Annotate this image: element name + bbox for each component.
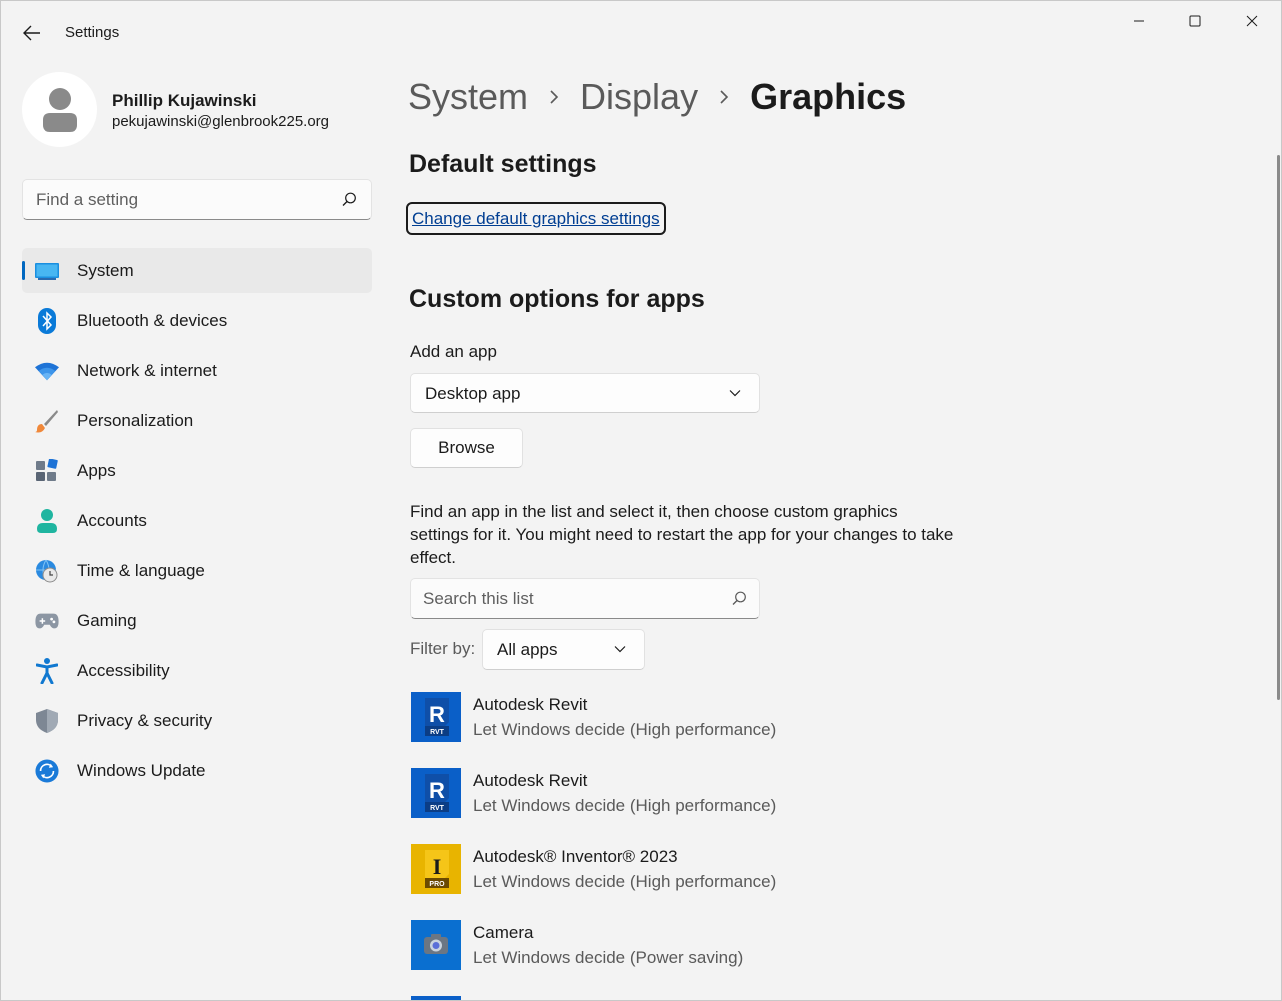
- filter-value: All apps: [497, 640, 558, 659]
- svg-text:R: R: [429, 778, 445, 803]
- sidebar-item-personalization[interactable]: Personalization: [22, 398, 372, 443]
- sidebar-item-accessibility[interactable]: Accessibility: [22, 648, 372, 693]
- close-icon: [1246, 15, 1258, 27]
- svg-text:PRO: PRO: [429, 881, 445, 888]
- settings-window: Settings Phillip Kujawinski pekujawinski…: [0, 0, 1282, 1001]
- app-name: Autodesk Revit: [473, 771, 588, 790]
- change-default-graphics-link[interactable]: Change default graphics settings: [406, 202, 666, 235]
- list-item[interactable]: Camera Let Windows decide (Power saving): [410, 919, 1110, 995]
- svg-text:I: I: [433, 854, 442, 879]
- svg-text:RVT: RVT: [430, 729, 445, 736]
- app-graphics-preference: Let Windows decide (High performance): [473, 872, 777, 891]
- search-list-box: [410, 578, 760, 619]
- app-graphics-preference: Let Windows decide (High performance): [473, 720, 777, 739]
- app-title: Settings: [65, 24, 120, 41]
- svg-text:R: R: [429, 702, 445, 727]
- list-item[interactable]: I PRO Autodesk® Inventor® 2023 Let Windo…: [410, 843, 1110, 919]
- app-name: Autodesk® Inventor® 2023: [473, 847, 678, 866]
- avatar[interactable]: [22, 72, 97, 147]
- app-type-dropdown[interactable]: Desktop app: [410, 373, 760, 413]
- person-placeholder-icon: [42, 87, 77, 132]
- chevron-down-icon: [614, 646, 626, 653]
- search-icon[interactable]: [732, 591, 747, 606]
- sidebar-item-bluetooth[interactable]: Bluetooth & devices: [22, 298, 372, 343]
- accessibility-icon: [35, 658, 59, 684]
- revit-icon: R RVT: [411, 768, 461, 818]
- inventor-icon: I PRO: [411, 844, 461, 894]
- profile-email: pekujawinski@glenbrook225.org: [112, 113, 330, 130]
- app-name: Camera: [473, 923, 534, 942]
- sidebar-item-label: Accessibility: [77, 661, 170, 680]
- shield-icon: [35, 709, 59, 733]
- gamepad-icon: [35, 609, 59, 633]
- globe-clock-icon: [35, 559, 59, 583]
- sidebar-item-gaming[interactable]: Gaming: [22, 598, 372, 643]
- sidebar-item-label: Bluetooth & devices: [77, 311, 228, 330]
- search-icon[interactable]: [342, 192, 357, 207]
- wifi-icon: [35, 359, 59, 383]
- find-setting-box: [22, 179, 372, 220]
- browse-button[interactable]: Browse: [410, 428, 523, 468]
- title-bar: Settings: [1, 1, 1281, 63]
- sidebar-item-label: Apps: [77, 461, 116, 480]
- person-icon: [35, 509, 59, 533]
- sidebar-item-label: Time & language: [77, 561, 205, 580]
- app-graphics-preference: Let Windows decide (High performance): [473, 796, 777, 815]
- scrollbar[interactable]: [1277, 155, 1280, 700]
- app-list-description: Find an app in the list and select it, t…: [410, 502, 954, 567]
- sidebar-item-time-language[interactable]: Time & language: [22, 548, 372, 593]
- app-name: Autodesk Revit: [473, 695, 588, 714]
- sidebar-item-label: Personalization: [77, 411, 194, 430]
- breadcrumb-graphics: Graphics: [750, 76, 907, 117]
- sidebar-item-label: Accounts: [77, 511, 147, 530]
- system-icon: [35, 259, 59, 283]
- default-settings-heading: Default settings: [409, 150, 597, 178]
- find-setting-input[interactable]: [23, 180, 333, 219]
- back-button[interactable]: [15, 17, 49, 49]
- sidebar-item-windows-update[interactable]: Windows Update: [22, 748, 372, 793]
- partial-app-icon: [411, 996, 461, 1000]
- sidebar-item-accounts[interactable]: Accounts: [22, 498, 372, 543]
- sidebar-item-label: Privacy & security: [77, 711, 213, 730]
- breadcrumb: System Display Graphics: [408, 74, 906, 120]
- filter-by-label: Filter by:: [410, 639, 476, 658]
- sidebar-item-label: Windows Update: [77, 761, 206, 780]
- search-list-input[interactable]: [411, 579, 721, 618]
- sidebar-item-label: System: [77, 261, 134, 280]
- sidebar-item-label: Gaming: [77, 611, 137, 630]
- maximize-button[interactable]: [1167, 1, 1223, 41]
- apps-icon: [35, 459, 59, 483]
- sidebar-item-apps[interactable]: Apps: [22, 448, 372, 493]
- list-item[interactable]: R RVT Autodesk Revit Let Windows decide …: [410, 691, 1110, 767]
- filter-dropdown[interactable]: All apps: [482, 629, 645, 670]
- maximize-icon: [1189, 15, 1201, 27]
- add-app-label: Add an app: [410, 342, 497, 361]
- back-arrow-icon: [23, 25, 40, 41]
- list-item[interactable]: R RVT Autodesk Revit Let Windows decide …: [410, 767, 1110, 843]
- profile-name: Phillip Kujawinski: [112, 91, 257, 110]
- chevron-right-icon: [698, 90, 750, 104]
- bluetooth-icon: [35, 308, 59, 334]
- chevron-down-icon: [729, 390, 741, 397]
- sidebar-nav: System Bluetooth & devices Network & int…: [22, 248, 372, 798]
- breadcrumb-display[interactable]: Display: [580, 76, 698, 118]
- sidebar-item-system[interactable]: System: [22, 248, 372, 293]
- breadcrumb-system[interactable]: System: [408, 76, 528, 118]
- app-list: R RVT Autodesk Revit Let Windows decide …: [410, 691, 1110, 995]
- minimize-button[interactable]: [1111, 1, 1167, 41]
- custom-options-heading: Custom options for apps: [409, 285, 705, 313]
- close-button[interactable]: [1224, 1, 1280, 41]
- brush-icon: [35, 409, 59, 433]
- update-icon: [35, 759, 59, 783]
- sidebar-item-privacy[interactable]: Privacy & security: [22, 698, 372, 743]
- sidebar-item-network[interactable]: Network & internet: [22, 348, 372, 393]
- app-type-value: Desktop app: [425, 384, 521, 403]
- chevron-right-icon: [528, 90, 580, 104]
- minimize-icon: [1134, 20, 1144, 22]
- app-graphics-preference: Let Windows decide (Power saving): [473, 948, 744, 967]
- camera-icon: [411, 920, 461, 970]
- sidebar-item-label: Network & internet: [77, 361, 217, 380]
- revit-icon: R RVT: [411, 692, 461, 742]
- svg-text:RVT: RVT: [430, 805, 445, 812]
